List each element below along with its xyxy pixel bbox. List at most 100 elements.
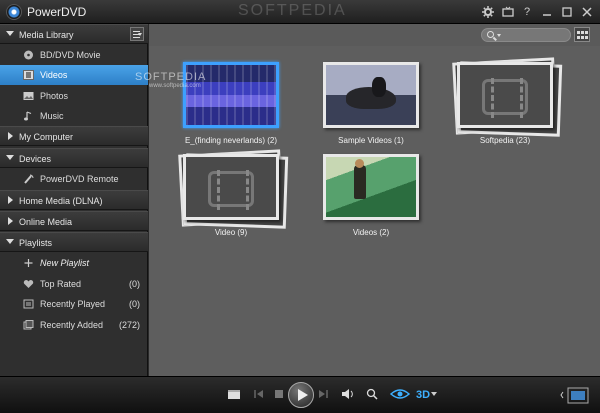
item-count: (0) [129,299,140,309]
tile-caption: E_(finding neverlands) (2) [184,136,278,145]
sidebar-item-recently-added[interactable]: Recently Added (272) [0,315,148,335]
added-icon [23,320,34,330]
maximize-icon [562,7,572,17]
player-control-bar: 3D [0,376,600,413]
tile-caption: Video (9) [214,228,248,237]
close-button[interactable] [578,3,596,21]
film-icon [23,70,34,80]
section-home-media[interactable]: Home Media (DLNA) [0,190,148,210]
watermark-title: SOFTPEDIA [238,2,347,19]
play-icon [298,389,308,401]
skip-back-icon [254,390,263,398]
panel-toggle-icon [560,387,589,404]
next-button[interactable] [316,388,330,402]
sidebar-item-label: Recently Played [40,299,106,309]
watermark: SOFTPEDIA www.softpedia.com [135,71,207,89]
tile-caption: Sample Videos (1) [338,136,404,145]
search-input[interactable] [481,28,571,42]
sidebar-item-label: New Playlist [40,258,90,268]
sidebar-item-new-playlist[interactable]: New Playlist [0,253,148,273]
library-options-button[interactable] [130,27,144,41]
sidebar-item-label: Top Rated [40,279,82,289]
chevron-down-icon [431,392,437,396]
section-playlists[interactable]: Playlists [0,232,148,252]
item-count: (0) [129,279,140,289]
thumbnail [323,154,419,220]
play-button[interactable] [288,382,314,408]
help-button[interactable]: ? [518,3,536,21]
sidebar: Media Library BD/DVD Movie Videos Photos… [0,24,148,376]
sidebar-item-top-rated[interactable]: Top Rated (0) [0,274,148,294]
thumbnail [183,154,279,220]
section-label: Devices [19,154,52,164]
expand-arrow-icon [8,196,13,204]
eye-icon [389,389,411,399]
toggle-panel-button[interactable] [560,387,590,404]
chevron-down-icon [497,34,501,37]
photo-icon [23,92,34,100]
speaker-icon [342,389,353,399]
recent-icon [23,299,34,309]
gear-icon [482,6,494,18]
stop-button[interactable] [272,388,286,402]
section-label: Home Media (DLNA) [19,196,103,206]
sidebar-item-label: Photos [40,91,69,101]
sidebar-item-label: Recently Added [40,320,104,330]
section-online-media[interactable]: Online Media [0,211,148,231]
tile-caption: Videos (2) [352,228,390,237]
media-tile-softpedia[interactable]: Softpedia (23) [457,62,553,145]
help-icon: ? [523,6,531,18]
thumbnail [457,62,553,128]
settings-button[interactable] [479,3,497,21]
collapse-arrow-icon [6,155,14,160]
sidebar-item-bd-dvd-movie[interactable]: BD/DVD Movie [0,45,148,65]
collapse-arrow-icon [6,239,14,244]
media-browser: E_(finding neverlands) (2) Sample Videos… [149,24,600,376]
trueTheater-button[interactable] [389,388,411,402]
volume-button[interactable] [340,388,356,402]
collapse-arrow-icon [6,31,14,36]
sidebar-item-powerdvd-remote[interactable]: PowerDVD Remote [0,169,148,189]
view-mode-button[interactable] [574,27,590,42]
media-tile-video[interactable]: Video (9) [183,154,279,237]
sidebar-item-videos[interactable]: Videos [0,65,148,85]
sidebar-item-label: PowerDVD Remote [40,174,119,184]
expand-arrow-icon [8,217,13,225]
sidebar-item-music[interactable]: Music [0,106,148,126]
previous-button[interactable] [252,388,266,402]
section-media-library[interactable]: Media Library [0,24,148,44]
search-icon [487,31,494,38]
clapperboard-icon [228,390,240,399]
zoom-icon [366,388,378,400]
disc-icon [24,50,33,60]
sidebar-item-label: BD/DVD Movie [40,50,101,60]
remote-icon [24,174,34,184]
zoom-button[interactable] [364,388,380,402]
title-bar[interactable]: PowerDVD SOFTPEDIA ? [0,0,600,24]
sidebar-item-label: Music [40,111,64,121]
section-label: Playlists [19,238,53,248]
three-d-dropdown[interactable] [430,388,438,402]
music-note-icon [24,111,32,121]
movie-mode-button[interactable] [226,388,242,402]
tv-icon [502,6,514,17]
close-icon [582,7,592,17]
maximize-button[interactable] [558,3,576,21]
media-tile-sample-videos[interactable]: Sample Videos (1) [323,62,419,145]
section-label: Online Media [19,217,73,227]
tv-mode-button[interactable] [499,3,517,21]
minimize-icon [543,14,551,16]
section-my-computer[interactable]: My Computer [0,126,148,146]
powerdvd-window: PowerDVD SOFTPEDIA ? Media Library BD/DV… [0,0,600,413]
sidebar-item-recently-played[interactable]: Recently Played (0) [0,294,148,314]
app-title: PowerDVD [27,5,87,19]
media-tile-videos[interactable]: Videos (2) [323,154,419,237]
heart-icon [23,280,34,288]
powerdvd-logo-icon [6,4,22,20]
minimize-button[interactable] [538,3,556,21]
section-devices[interactable]: Devices [0,148,148,168]
plus-icon [24,259,33,267]
expand-arrow-icon [8,132,13,140]
sidebar-item-photos[interactable]: Photos [0,86,148,106]
three-d-button[interactable]: 3D [416,388,430,402]
